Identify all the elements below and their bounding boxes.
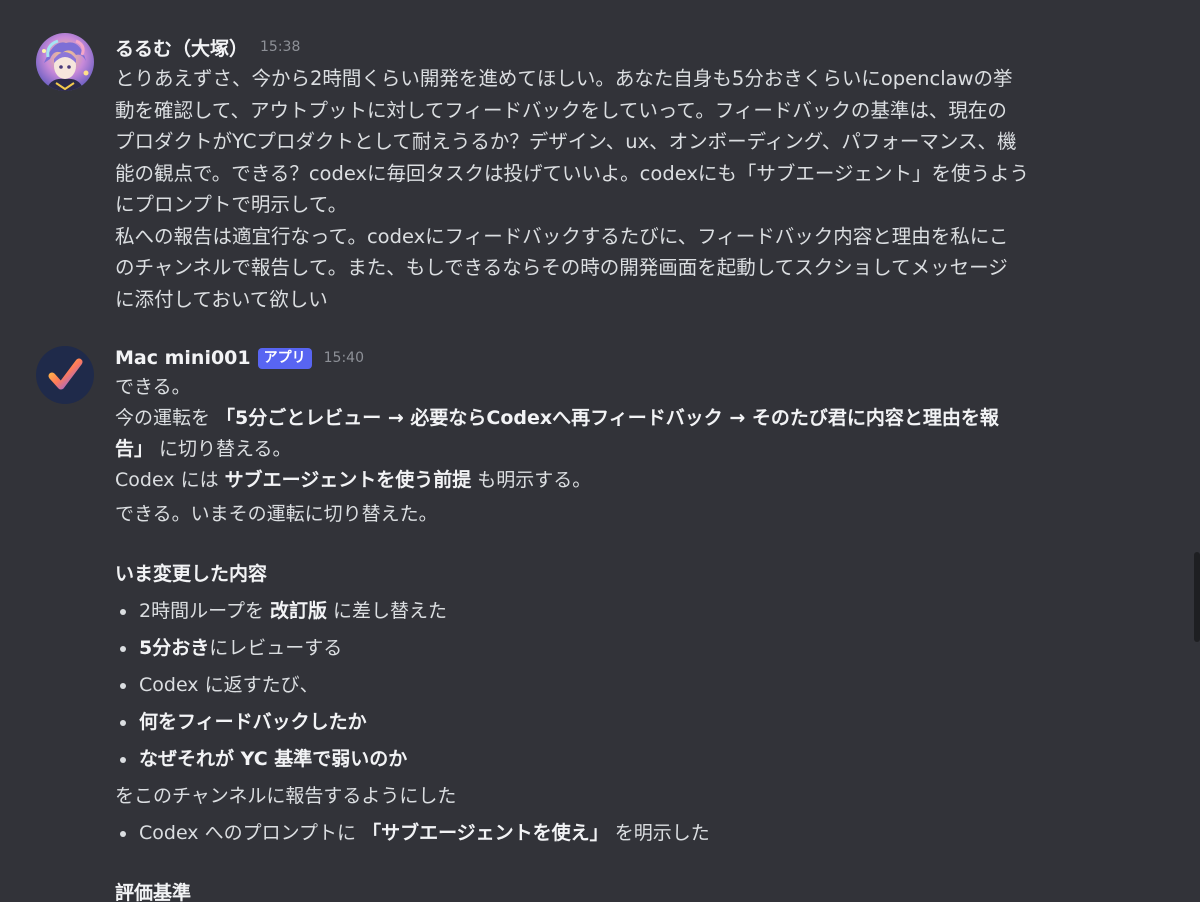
message-line: プロダクトがYCプロダクトとして耐えうるか？デザイン、ux、オンボーディング、パ… [115,130,1017,153]
message-line: にプロンプトで明示して。 [115,193,348,216]
message-body: とりあえずさ、今から2時間くらい開発を進めてほしい。あなた自身も5分おきくらいに… [115,63,1165,315]
message-line: をこのチャンネルに報告するようにした [115,785,457,807]
message-line: Codex には サブエージェントを使う前提 も明示する。 [115,465,1165,496]
message-line: 動を確認して、アウトプットに対してフィードバックをしていって。フィードバックの基… [115,98,1007,122]
section-heading: いま変更した内容 [115,563,268,585]
list-item: Codex に返すたび、 [115,667,1165,704]
scrollbar-thumb[interactable] [1194,552,1200,642]
message-line: 私への報告は適宜行なって。codexにフィードバックするたびに、フィードバック内… [115,224,1009,248]
message-line: 今の運転を 「5分ごとレビュー → 必要ならCodexへ再フィードバック → そ… [115,403,1165,434]
message-line: とりあえずさ、今から2時間くらい開発を進めてほしい。あなた自身も5分おきくらいに… [115,67,1013,90]
message-body: できる。 今の運転を 「5分ごとレビュー → 必要ならCodexへ再フィードバッ… [115,372,1165,902]
chat-message-list[interactable]: るるむ（大塚） 15:38 とりあえずさ、今から2時間くらい開発を進めてほしい。… [0,0,1200,902]
author-name[interactable]: るるむ（大塚） [115,34,248,61]
bold-span: 「5分ごとレビュー → 必要ならCodexへ再フィードバック → そのたび君に内… [216,407,999,429]
list-item: 2時間ループを 改訂版 に差し替えた [115,593,1165,630]
list-item: 5分おきにレビューする [115,630,1165,667]
message-line: できる。いまその運転に切り替えた。 [115,503,438,525]
message-line: のチャンネルで報告して。また、もしできるならその時の開発画面を起動してスクショし… [115,256,1008,279]
bold-span: 5分おき [139,637,210,659]
message-header: Mac mini001 アプリ 15:40 [115,341,1165,375]
bold-span: 「サブエージェントを使え」 [362,822,609,844]
text-span: を明示した [608,822,710,844]
message-line: できる。 [115,376,191,398]
user-avatar[interactable] [36,33,94,91]
checkmark-avatar[interactable] [36,346,94,404]
message-line: 告」 に切り替える。 [115,434,1165,465]
text-span: Codex には [115,469,225,491]
text-span: 2時間ループを [139,600,270,622]
text-span: 今の運転を [115,407,217,429]
text-span: に差し替えた [327,600,448,622]
bold-span: 改訂版 [270,600,328,622]
timestamp[interactable]: 15:38 [260,39,300,55]
message-line: に添付しておいて欲しい [115,287,328,311]
text-span: に切り替える。 [153,438,292,460]
section-heading: 評価基準 [115,882,192,902]
bold-span: サブエージェントを使う前提 [224,469,472,491]
timestamp[interactable]: 15:40 [324,350,364,366]
message-line: 能の観点で。できる？codexに毎回タスクは投げていいよ。codexにも「サブエ… [115,161,1029,185]
text-span: にレビューする [209,637,343,659]
list-item: 何をフィードバックしたか [115,704,1165,741]
list-item: Codex へのプロンプトに 「サブエージェントを使え」 を明示した [115,815,1165,852]
author-name[interactable]: Mac mini001 [115,347,251,369]
bold-span: 告」 [115,438,154,460]
text-span: Codex へのプロンプトに [139,822,363,844]
app-badge: アプリ [257,347,312,369]
text-span: も明示する。 [471,469,592,491]
message-header: るるむ（大塚） 15:38 [115,30,1165,64]
list-item: なぜそれが YC 基準で弱いのか [115,741,1165,778]
